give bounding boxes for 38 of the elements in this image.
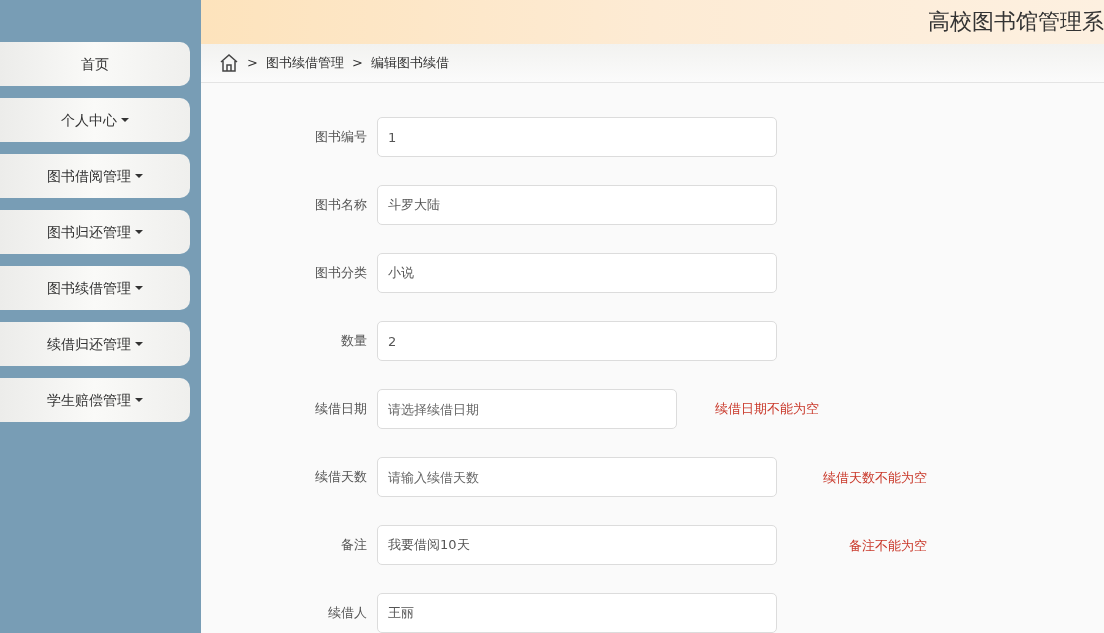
field-label: 续借天数	[314, 468, 368, 487]
sidebar-item[interactable]: 个人中心	[0, 98, 190, 142]
breadcrumb-separator: >	[247, 54, 258, 73]
sidebar-item[interactable]: 学生赔偿管理	[0, 378, 190, 422]
error-message: 备注不能为空	[849, 538, 927, 553]
caret-icon	[121, 118, 129, 122]
breadcrumb-separator: >	[351, 54, 363, 73]
home-icon[interactable]	[219, 52, 239, 73]
field-label: 备注	[340, 536, 368, 555]
caret-icon	[135, 230, 143, 234]
field-label: 图书分类	[314, 264, 368, 283]
caret-icon	[135, 398, 143, 402]
input-field[interactable]: 小说	[377, 253, 777, 293]
sidebar-item[interactable]: 图书借阅管理	[0, 154, 190, 198]
field-label: 图书编号	[314, 128, 368, 147]
sidebar-item[interactable]: 首页	[0, 42, 190, 86]
input-field[interactable]: 2	[377, 321, 777, 361]
input-field[interactable]: 1	[377, 117, 777, 157]
system-title: 高校图书馆管理系	[928, 8, 1104, 37]
input-field[interactable]: 王丽	[377, 593, 777, 633]
field-label: 续借人	[327, 604, 368, 623]
input-field[interactable]: 斗罗大陆	[377, 185, 777, 225]
caret-icon	[135, 342, 143, 346]
input-field[interactable]: 我要借阅10天	[377, 525, 777, 565]
field-label: 数量	[340, 332, 368, 351]
sidebar-item[interactable]: 图书归还管理	[0, 210, 190, 254]
sidebar-item[interactable]: 续借归还管理	[0, 322, 190, 366]
sidebar-item[interactable]: 图书续借管理	[0, 266, 190, 310]
field-label: 图书名称	[314, 196, 368, 215]
breadcrumb-item: 编辑图书续借	[370, 54, 449, 73]
caret-icon	[135, 286, 143, 290]
error-message: 续借日期不能为空	[715, 400, 819, 419]
error-message: 续借天数不能为空	[823, 470, 927, 485]
caret-icon	[135, 174, 143, 178]
input-field[interactable]: 请输入续借天数	[377, 457, 777, 497]
field-label: 续借日期	[314, 400, 368, 419]
breadcrumb-item[interactable]: 图书续借管理	[265, 53, 344, 73]
date-field[interactable]: 请选择续借日期	[377, 389, 677, 429]
